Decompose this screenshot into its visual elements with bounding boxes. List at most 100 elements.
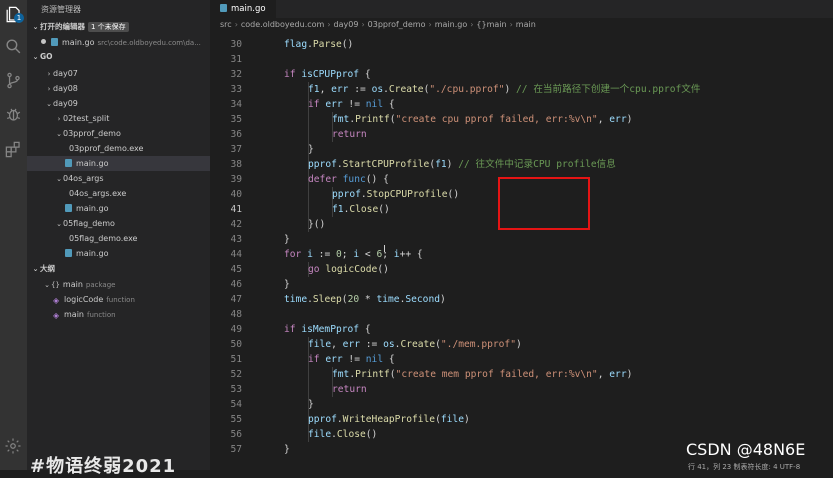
breadcrumb-item[interactable]: code.oldboyedu.com [241,20,324,29]
code-text: if isMemPprof { [284,322,371,337]
code-token: return [332,129,367,140]
breadcrumb-item[interactable]: 03pprof_demo [368,20,426,29]
code-token: } [284,444,290,455]
code-token: func [342,174,366,185]
tree-folder[interactable]: ⌄04os_args [27,171,210,186]
tree-folder[interactable]: › day07 [27,66,210,81]
mouse-cursor-icon: I [383,244,386,255]
code-token: Create [388,84,424,95]
search-icon[interactable] [4,37,23,56]
code-text: f1, err := os.Create("./cpu.pprof") // 在… [308,82,700,97]
code-token: StopCPUProfile [366,189,448,200]
code-editor[interactable]: 30 flag.Parse() 31 32 if isCPUPprof {33 f1, e… [210,37,833,470]
breadcrumb-item[interactable]: main.go [435,20,468,29]
code-token: { [359,324,371,335]
outline-item[interactable]: ◈ logicCode function [27,292,210,307]
tree-folder[interactable]: ⌄day09 [27,96,210,111]
breadcrumb-separator-icon: › [361,20,365,29]
code-token: logicCode [325,264,378,275]
code-token: "./cpu.pprof" [429,84,505,95]
code-token: time [284,294,308,305]
breadcrumb-item[interactable]: {}main [476,20,506,29]
open-editor-item[interactable]: main.go src\code.oldboyedu.com\da... [27,35,210,50]
line-number: 43 [230,234,242,245]
code-token: () [447,189,460,200]
activity-bar: 1 [0,0,27,470]
code-token: ; [341,249,354,260]
source-control-icon[interactable] [4,71,23,90]
line-number: 45 [230,264,242,275]
code-line: 51 if err != nil { [210,352,833,367]
breadcrumb-separator-icon: › [428,20,432,29]
tree-folder[interactable]: › day08 [27,81,210,96]
tree-file[interactable]: 04os_args.exe [27,186,210,201]
code-line: 44 for i := 0; i < 6; i++ { [210,247,833,262]
code-token: Printf [355,114,390,125]
tree-folder[interactable]: › 02test_split [27,111,210,126]
code-token: () [365,429,378,440]
tree-file[interactable]: main.go [27,156,210,171]
chevron-down-icon: ⌄ [56,175,62,183]
tab-main-go[interactable]: main.go [210,0,276,18]
code-token: return [332,384,367,395]
tree-file[interactable]: main.go [27,201,210,216]
code-line: 34 if err != nil { [210,97,833,112]
tree-folder[interactable]: ⌄03pprof_demo [27,126,210,141]
tree-file[interactable]: 03pprof_demo.exe [27,141,210,156]
code-line: 54} [210,397,833,412]
code-token: isMemPprof [301,324,360,335]
code-token: ) [515,339,522,350]
unsaved-badge: 1 个未保存 [88,22,129,32]
tree-item-label: 05flag_demo.exe [69,234,138,243]
code-line: 32 if isCPUPprof { [210,67,833,82]
line-number: 57 [230,444,242,455]
code-token: * [359,294,377,305]
code-token: ) [504,84,516,95]
settings-gear-icon[interactable] [4,437,22,455]
code-token: if [284,69,302,80]
go-file-icon [51,38,58,46]
code-text: fmt.Printf("create cpu pprof failed, err… [332,112,632,127]
explorer-badge: 1 [14,13,24,23]
breadcrumb-item[interactable]: day09 [334,20,359,29]
extensions-icon[interactable] [4,140,23,159]
code-token: () { [365,174,389,185]
tree-file[interactable]: 05flag_demo.exe [27,231,210,246]
breadcrumb-item[interactable]: src [220,20,232,29]
line-number: 34 [230,99,242,110]
breadcrumb-item[interactable]: main [516,20,536,29]
code-token: , [331,339,343,350]
code-token: pprof [308,159,337,170]
code-token: file [440,414,464,425]
code-token: err [325,354,343,365]
code-line: 33 f1, err := os.Create("./cpu.pprof") //… [210,82,833,97]
code-token: := [360,339,384,350]
line-number: 33 [230,84,242,95]
project-header[interactable]: ⌄ GO [27,50,210,64]
tree-file[interactable]: main.go [27,246,210,261]
line-number: 51 [230,354,242,365]
code-line: 53 return [210,382,833,397]
tab-bar: main.go [210,0,833,18]
code-line: 52 fmt.Printf("create mem pprof failed, e… [210,367,833,382]
outline-item[interactable]: ◈ main function [27,307,210,322]
code-token: if [308,99,326,110]
tree-folder[interactable]: ⌄05flag_demo [27,216,210,231]
code-token: } [284,234,290,245]
tree-item-label: 04os_args.exe [69,189,127,198]
line-number: 42 [230,219,242,230]
debug-icon[interactable] [4,105,23,124]
outline-header[interactable]: ⌄ 大纲 [27,262,210,276]
indent-guide [308,367,309,382]
tree-item-label: day09 [53,99,78,108]
code-token: , [319,84,332,95]
outline-item[interactable]: ⌄{} main package [27,277,210,292]
code-token: StartCPUProfile [342,159,430,170]
chevron-down-icon: ⌄ [32,265,39,273]
code-token: err [331,84,349,95]
code-token: err [609,114,627,125]
code-token: := [312,249,336,260]
tree-item-label: main.go [76,204,109,213]
open-editors-header[interactable]: ⌄ 打开的编辑器 1 个未保存 [27,20,210,34]
tree-item-label: 04os_args [63,174,104,183]
